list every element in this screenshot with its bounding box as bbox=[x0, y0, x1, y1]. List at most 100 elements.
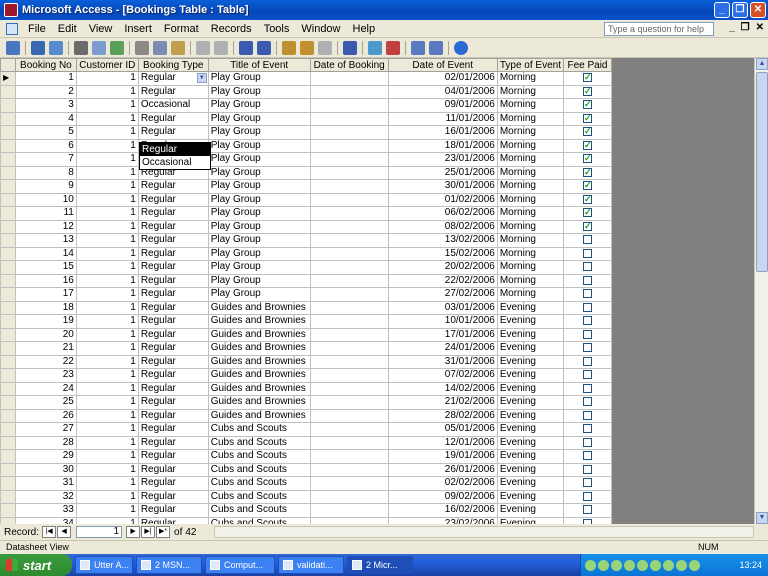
cell-title-of-event[interactable]: Cubs and Scouts bbox=[207, 489, 311, 504]
fee-paid-checkbox[interactable] bbox=[582, 248, 592, 258]
cell-type-of-event[interactable]: Evening bbox=[496, 354, 564, 369]
cell-title-of-event[interactable]: Cubs and Scouts bbox=[207, 435, 311, 450]
cell-booking-no[interactable]: 23 bbox=[14, 368, 77, 383]
print-icon[interactable] bbox=[74, 40, 88, 55]
cell-customer-id[interactable]: 1 bbox=[75, 354, 139, 369]
fee-paid-checkbox[interactable] bbox=[582, 194, 592, 205]
menu-records[interactable]: Records bbox=[205, 23, 258, 35]
cell-booking-no[interactable]: 7 bbox=[14, 152, 77, 167]
cell-title-of-event[interactable]: Guides and Brownies bbox=[207, 368, 311, 383]
cell-fee-paid[interactable] bbox=[562, 233, 612, 248]
cell-title-of-event[interactable]: Play Group bbox=[207, 246, 311, 261]
fee-paid-checkbox[interactable] bbox=[582, 140, 592, 151]
cell-date-of-event[interactable]: 22/02/2006 bbox=[387, 273, 498, 288]
cell-title-of-event[interactable]: Play Group bbox=[207, 192, 311, 207]
taskbar-item-computer[interactable]: Comput... bbox=[205, 556, 275, 574]
hyperlink-icon[interactable] bbox=[214, 40, 228, 55]
cell-customer-id[interactable]: 1 bbox=[75, 138, 139, 153]
table-row[interactable]: 11 1 Regular Play Group 06/02/2006 Morning bbox=[0, 206, 612, 221]
cell-booking-type[interactable]: Regular bbox=[137, 192, 209, 207]
fee-paid-checkbox[interactable] bbox=[582, 383, 592, 393]
cell-customer-id[interactable]: 1 bbox=[75, 300, 139, 315]
cell-booking-no[interactable]: 25 bbox=[14, 395, 77, 410]
fee-paid-checkbox[interactable] bbox=[582, 86, 592, 97]
cell-title-of-event[interactable]: Play Group bbox=[207, 206, 311, 221]
fee-paid-checkbox[interactable] bbox=[582, 153, 592, 164]
close-button[interactable]: ✕ bbox=[750, 2, 766, 18]
table-row[interactable]: 2 1 Regular Play Group 04/01/2006 Morning bbox=[0, 84, 612, 99]
filter-by-selection-icon[interactable] bbox=[282, 40, 296, 55]
cell-customer-id[interactable]: 1 bbox=[75, 84, 139, 99]
cell-booking-type[interactable]: Regular bbox=[137, 422, 209, 437]
cell-title-of-event[interactable]: Play Group bbox=[207, 260, 311, 275]
cell-date-of-event[interactable]: 01/02/2006 bbox=[387, 192, 498, 207]
row-selector[interactable] bbox=[0, 165, 16, 180]
cell-customer-id[interactable]: 1 bbox=[75, 179, 139, 194]
tray-icon[interactable] bbox=[624, 559, 635, 571]
find-icon[interactable] bbox=[343, 40, 357, 55]
table-row[interactable]: 9 1 Regular Play Group 30/01/2006 Morning bbox=[0, 179, 612, 194]
cell-fee-paid[interactable] bbox=[562, 125, 612, 140]
cell-customer-id[interactable]: 1 bbox=[75, 327, 139, 342]
cell-date-of-event[interactable]: 25/01/2006 bbox=[387, 165, 498, 180]
cell-booking-type[interactable]: Occasional bbox=[137, 98, 209, 113]
table-row[interactable]: ▶ 1 1 Regular ▼ Play Group 02/01/2006 Morning bbox=[0, 71, 612, 86]
cell-title-of-event[interactable]: Play Group bbox=[207, 179, 311, 194]
cell-booking-no[interactable]: 5 bbox=[14, 125, 77, 140]
cell-type-of-event[interactable]: Morning bbox=[496, 287, 564, 302]
cell-title-of-event[interactable]: Cubs and Scouts bbox=[207, 449, 311, 464]
cell-type-of-event[interactable]: Evening bbox=[496, 462, 564, 477]
cell-date-of-booking[interactable] bbox=[309, 300, 389, 315]
fee-paid-checkbox[interactable] bbox=[582, 464, 592, 474]
cell-type-of-event[interactable]: Evening bbox=[496, 300, 564, 315]
cell-customer-id[interactable]: 1 bbox=[75, 341, 139, 356]
cell-booking-no[interactable]: 12 bbox=[14, 219, 77, 234]
cell-date-of-booking[interactable] bbox=[309, 368, 389, 383]
fee-paid-checkbox[interactable] bbox=[582, 316, 592, 326]
cell-booking-type[interactable]: Regular bbox=[137, 489, 209, 504]
sort-descending-icon[interactable] bbox=[257, 40, 271, 55]
cell-type-of-event[interactable]: Morning bbox=[496, 111, 564, 126]
first-record-button[interactable]: |◀ bbox=[42, 526, 57, 538]
cell-type-of-event[interactable]: Evening bbox=[496, 422, 564, 437]
table-row[interactable]: 31 1 Regular Cubs and Scouts 02/02/2006 Eveni… bbox=[0, 476, 612, 491]
cell-booking-no[interactable]: 22 bbox=[14, 354, 77, 369]
row-selector[interactable] bbox=[0, 503, 16, 518]
cell-date-of-event[interactable]: 30/01/2006 bbox=[387, 179, 498, 194]
cell-type-of-event[interactable]: Morning bbox=[496, 152, 564, 167]
fee-paid-checkbox[interactable] bbox=[582, 180, 592, 191]
row-selector[interactable] bbox=[0, 260, 16, 275]
new-object-icon[interactable] bbox=[429, 40, 443, 55]
fee-paid-checkbox[interactable] bbox=[582, 343, 592, 353]
cell-booking-no[interactable]: 2 bbox=[14, 84, 77, 99]
cell-booking-no[interactable]: 1 bbox=[14, 71, 77, 86]
file-search-icon[interactable] bbox=[49, 40, 63, 55]
delete-record-icon[interactable] bbox=[386, 40, 400, 55]
cell-date-of-event[interactable]: 19/01/2006 bbox=[387, 449, 498, 464]
cell-date-of-booking[interactable] bbox=[309, 341, 389, 356]
cell-booking-no[interactable]: 30 bbox=[14, 462, 77, 477]
help-icon[interactable] bbox=[454, 40, 468, 55]
filter-by-form-icon[interactable] bbox=[300, 40, 314, 55]
cell-booking-type[interactable]: Regular bbox=[137, 462, 209, 477]
cell-type-of-event[interactable]: Morning bbox=[496, 138, 564, 153]
cell-booking-no[interactable]: 10 bbox=[14, 192, 77, 207]
cell-date-of-event[interactable]: 12/01/2006 bbox=[387, 435, 498, 450]
table-row[interactable]: 22 1 Regular Guides and Brownies 31/01/2006 E… bbox=[0, 354, 612, 369]
column-header-date-of-event[interactable]: Date of Event bbox=[387, 58, 498, 72]
cell-date-of-booking[interactable] bbox=[309, 408, 389, 423]
cell-title-of-event[interactable]: Play Group bbox=[207, 71, 311, 86]
cell-fee-paid[interactable] bbox=[562, 152, 612, 167]
row-selector[interactable] bbox=[0, 314, 16, 329]
cell-date-of-event[interactable]: 17/01/2006 bbox=[387, 327, 498, 342]
tray-icon[interactable] bbox=[650, 559, 661, 571]
fee-paid-checkbox[interactable] bbox=[582, 99, 592, 110]
cell-date-of-event[interactable]: 26/01/2006 bbox=[387, 462, 498, 477]
scroll-up-arrow-icon[interactable]: ▲ bbox=[756, 58, 768, 70]
cell-booking-type[interactable]: Regular bbox=[137, 300, 209, 315]
fee-paid-checkbox[interactable] bbox=[582, 289, 592, 299]
tray-icon[interactable] bbox=[676, 559, 687, 571]
cell-date-of-booking[interactable] bbox=[309, 327, 389, 342]
row-selector[interactable] bbox=[0, 111, 16, 126]
table-row[interactable]: 17 1 Regular Play Group 27/02/2006 Morning bbox=[0, 287, 612, 302]
